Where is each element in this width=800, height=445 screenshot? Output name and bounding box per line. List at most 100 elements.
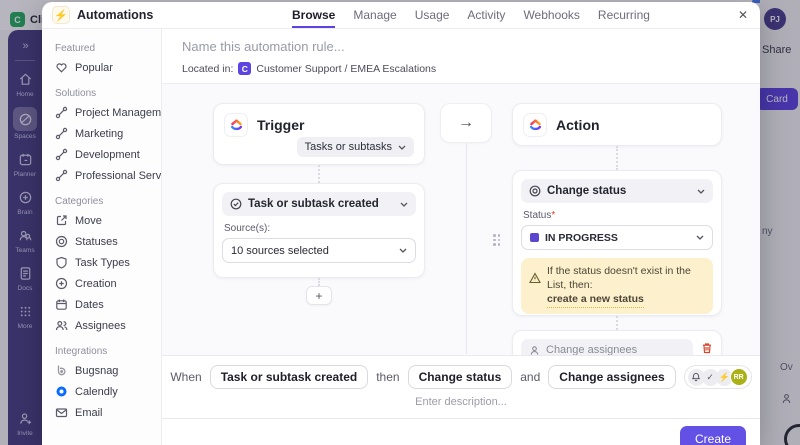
- sidebar-item-label: Statuses: [75, 235, 118, 248]
- screen: C Clic » Home Spaces Planner Brain Teams…: [0, 0, 800, 445]
- sidebar-item-move[interactable]: Move: [55, 210, 157, 231]
- tab-recurring[interactable]: Recurring: [598, 3, 650, 28]
- modal-tabs: Browse Manage Usage Activity Webhooks Re…: [292, 2, 650, 29]
- sidebar-item-label: Email: [75, 406, 103, 419]
- sidebar-item-creation[interactable]: Creation: [55, 273, 157, 294]
- create-button[interactable]: Create: [680, 426, 746, 445]
- status-color-swatch: [530, 233, 539, 242]
- tab-browse[interactable]: Browse: [292, 3, 336, 28]
- sidebar-item-label: Creation: [75, 277, 117, 290]
- sources-label: Source(s):: [224, 223, 271, 234]
- watcher-avatar[interactable]: RR: [729, 368, 748, 386]
- automation-canvas: Trigger Tasks or subtasks Task or subtas…: [162, 83, 760, 355]
- assignee-icon: [530, 345, 539, 355]
- trigger-event-selector[interactable]: Task or subtask created: [222, 192, 416, 216]
- clickup-logo-icon: [523, 113, 547, 137]
- sidebar-item-email[interactable]: Email: [55, 402, 157, 423]
- summary-action-pill-2[interactable]: Change assignees: [548, 365, 676, 389]
- sidebar-item-label: Assignees: [75, 319, 126, 332]
- warning-link[interactable]: create a new status: [547, 292, 644, 308]
- sidebar-item-project-management[interactable]: Project Management: [55, 102, 161, 123]
- sidebar-item-assignees[interactable]: Assignees: [55, 315, 157, 336]
- route-icon: [55, 106, 68, 119]
- calendar-icon: [56, 299, 67, 310]
- trigger-type-selector[interactable]: Tasks or subtasks: [296, 137, 414, 157]
- email-icon: [55, 408, 68, 418]
- automation-name-input[interactable]: [182, 39, 740, 54]
- warning-line1: If the status doesn't exist in the List,…: [547, 265, 691, 292]
- name-block: Located in: C Customer Support / EMEA Es…: [162, 29, 760, 83]
- modal-title: Automations: [77, 8, 154, 22]
- warning-text: If the status doesn't exist in the List,…: [547, 264, 705, 308]
- tab-manage[interactable]: Manage: [353, 3, 396, 28]
- chevron-down-icon: [697, 189, 705, 194]
- location-path[interactable]: Customer Support / EMEA Escalations: [256, 63, 436, 75]
- next-action-selector[interactable]: Change assignees: [521, 339, 693, 355]
- status-label: Status*: [523, 210, 711, 221]
- action-detail-card: Change status Status* IN PROGRESS If the…: [512, 170, 722, 316]
- section-title-categories: Categories: [55, 196, 104, 207]
- summary-row: When Task or subtask created then Change…: [170, 365, 752, 389]
- located-in-row: Located in: C Customer Support / EMEA Es…: [182, 62, 740, 75]
- tab-usage[interactable]: Usage: [415, 3, 450, 28]
- drag-handle-icon[interactable]: [493, 234, 504, 246]
- chevron-down-icon: [399, 248, 407, 253]
- action-card-title: Action: [556, 117, 600, 133]
- status-target-icon: [529, 185, 541, 197]
- summary-action-pill-1[interactable]: Change status: [407, 365, 513, 389]
- bugsnag-icon: [57, 365, 66, 376]
- trigger-type-value: Tasks or subtasks: [304, 141, 392, 153]
- sidebar-item-bugsnag[interactable]: Bugsnag: [55, 360, 157, 381]
- modal-footer: Create: [162, 418, 760, 445]
- next-action-card-partial: Change assignees: [512, 330, 722, 355]
- located-in-label: Located in:: [182, 62, 234, 75]
- sidebar-item-task-types[interactable]: Task Types: [55, 252, 157, 273]
- trigger-to-action-arrow: →: [440, 103, 492, 143]
- people-icon: [55, 320, 68, 331]
- summary-trigger-pill[interactable]: Task or subtask created: [209, 365, 369, 389]
- space-badge: C: [238, 62, 252, 75]
- sidebar-item-marketing[interactable]: Marketing: [55, 123, 157, 144]
- next-action-row: Change assignees: [521, 339, 713, 355]
- sidebar-item-development[interactable]: Development: [55, 144, 157, 165]
- sidebar-item-popular[interactable]: Popular: [55, 57, 157, 78]
- sidebar-item-label: Task Types: [75, 256, 130, 269]
- status-warning: If the status doesn't exist in the List,…: [521, 258, 713, 314]
- automations-modal: ⚡ Automations Browse Manage Usage Activi…: [42, 2, 760, 445]
- section-title-solutions: Solutions: [55, 88, 97, 99]
- plus-circle-icon: [55, 277, 68, 290]
- action-type-value: Change status: [547, 185, 627, 197]
- sidebar-item-label: Popular: [75, 61, 113, 74]
- move-icon: [56, 215, 67, 226]
- trigger-event-value: Task or subtask created: [248, 198, 379, 210]
- sidebar-item-calendly[interactable]: Calendly: [55, 381, 157, 402]
- next-action-value: Change assignees: [546, 344, 638, 355]
- chevron-down-icon: [696, 235, 704, 240]
- sources-value: 10 sources selected: [231, 244, 329, 257]
- sidebar-item-professional-services[interactable]: Professional Services: [55, 165, 161, 186]
- section-title-integrations: Integrations: [55, 346, 108, 357]
- tab-webhooks[interactable]: Webhooks: [523, 3, 579, 28]
- close-icon[interactable]: ✕: [734, 6, 752, 24]
- automation-bolt-icon: ⚡: [52, 6, 70, 24]
- status-label-text: Status: [523, 210, 552, 221]
- summary-extra-actions: ✓ ⚡ RR: [683, 365, 752, 389]
- modal-body: Featured Popular Solutions Project Manag…: [42, 29, 760, 445]
- sidebar-item-label: Bugsnag: [75, 364, 119, 377]
- tab-activity[interactable]: Activity: [467, 3, 505, 28]
- description-input[interactable]: [311, 396, 611, 408]
- connector-dotted: [318, 165, 320, 183]
- sidebar-item-dates[interactable]: Dates: [55, 294, 157, 315]
- delete-action-icon[interactable]: [701, 341, 713, 355]
- action-card-head: Action: [523, 113, 711, 137]
- sidebar-item-label: Dates: [75, 298, 104, 311]
- route-icon: [55, 169, 68, 182]
- automations-sidebar: Featured Popular Solutions Project Manag…: [42, 29, 162, 445]
- sources-dropdown[interactable]: 10 sources selected: [222, 238, 416, 263]
- add-condition-button[interactable]: +: [306, 286, 332, 305]
- trigger-card-head: Trigger: [224, 113, 414, 137]
- action-card: Action: [512, 103, 722, 146]
- action-type-selector[interactable]: Change status: [521, 179, 713, 203]
- sidebar-item-statuses[interactable]: Statuses: [55, 231, 157, 252]
- status-dropdown[interactable]: IN PROGRESS: [521, 225, 713, 250]
